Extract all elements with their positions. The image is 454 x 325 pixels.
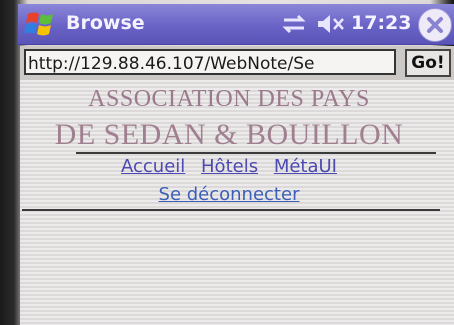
site-banner-line2: DE SEDAN & BOUILLON [54,118,404,151]
close-icon [427,17,443,33]
nav-link-accueil[interactable]: Accueil [121,156,185,177]
nav-link-hotels[interactable]: Hôtels [201,156,258,177]
device-screen: Browse 17:23 http://129.88.46.107/WebNot… [0,0,454,325]
address-bar: http://129.88.46.107/WebNote/Se Go! [20,46,454,80]
windows-flag-icon[interactable] [24,8,58,40]
title-bar: Browse 17:23 [18,4,454,45]
logout-row: Se déconnecter [20,184,438,205]
web-page: ASSOCIATION DES PAYS DE SEDAN & BOUILLON… [20,80,454,325]
divider [22,209,440,211]
nav-links: Accueil Hôtels MétaUI [20,156,438,177]
volume-muted-icon[interactable] [316,13,346,35]
logout-link[interactable]: Se déconnecter [159,184,300,205]
connectivity-icon[interactable] [280,13,308,35]
close-button[interactable] [418,8,452,42]
clock: 17:23 [351,12,412,34]
url-input[interactable]: http://129.88.46.107/WebNote/Se [24,49,396,75]
divider [76,152,436,154]
app-title: Browse [66,12,145,34]
nav-link-metaui[interactable]: MétaUI [274,156,337,177]
site-banner-line1: ASSOCIATION DES PAYS [88,86,370,112]
go-button[interactable]: Go! [405,49,451,77]
